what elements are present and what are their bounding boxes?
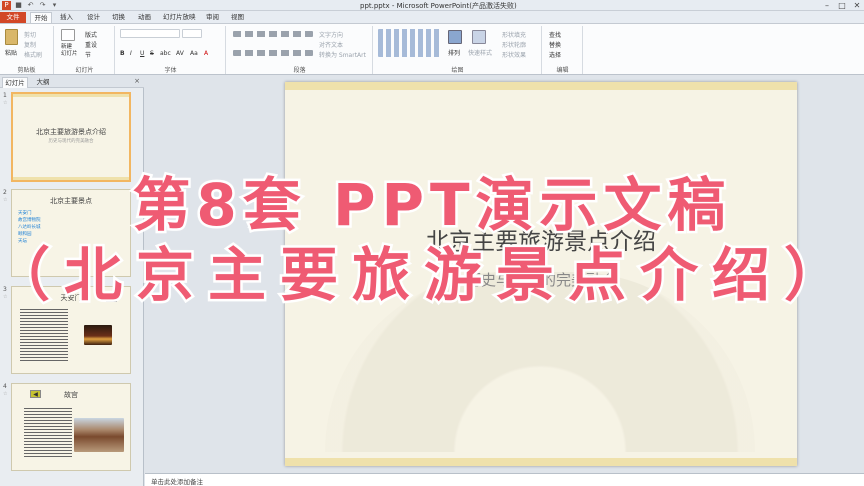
thumbnail-subtitle: 历史与现代的完美融合 bbox=[48, 139, 94, 144]
slide-number: 4 bbox=[3, 383, 7, 390]
save-icon[interactable]: ■ bbox=[14, 1, 23, 10]
format-painter-button[interactable]: 格式刷 bbox=[24, 50, 42, 59]
font-size-field[interactable] bbox=[182, 29, 202, 38]
tab-outline[interactable]: 大纲 bbox=[32, 77, 54, 88]
redo-icon[interactable]: ↷ bbox=[38, 1, 47, 10]
shadow-button[interactable]: abc bbox=[160, 50, 171, 57]
paste-button[interactable]: 粘贴 bbox=[5, 48, 17, 57]
copy-button[interactable]: 复制 bbox=[24, 40, 36, 49]
shape-fill-button[interactable]: 形状填充 bbox=[502, 30, 526, 39]
title-bar: P ■ ↶ ↷ ▾ ppt.pptx - Microsoft PowerPoin… bbox=[0, 0, 864, 11]
maximize-icon[interactable]: □ bbox=[835, 0, 849, 11]
notes-placeholder: 单击此处添加备注 bbox=[151, 478, 203, 486]
powerpoint-logo-icon: P bbox=[2, 1, 11, 10]
new-slide-button[interactable]: 新建 幻灯片 bbox=[61, 44, 78, 58]
tab-design[interactable]: 设计 bbox=[87, 12, 100, 23]
list-buttons-icon[interactable] bbox=[233, 31, 313, 37]
shape-outline-button[interactable]: 形状轮廓 bbox=[502, 40, 526, 49]
tab-slideshow[interactable]: 幻灯片放映 bbox=[163, 12, 196, 23]
paragraph-label: 段落 bbox=[293, 67, 306, 74]
shapes-gallery-icon[interactable] bbox=[378, 29, 442, 57]
editing-label: 编辑 bbox=[556, 67, 569, 74]
smartart-button[interactable]: 转换为 SmartArt bbox=[319, 50, 366, 59]
ribbon-tabs: 文件 开始 插入 设计 切换 动画 幻灯片放映 审阅 视图 bbox=[0, 11, 864, 23]
tab-insert[interactable]: 插入 bbox=[60, 12, 73, 23]
tiananmen-photo bbox=[84, 325, 112, 345]
reset-button[interactable]: 重设 bbox=[85, 40, 97, 49]
font-group: B I U S abc AV Aa A 字体 bbox=[116, 26, 226, 74]
arrange-icon[interactable] bbox=[448, 30, 462, 44]
notes-pane[interactable]: 单击此处添加备注 bbox=[145, 473, 864, 486]
close-icon[interactable]: ✕ bbox=[850, 0, 864, 11]
customize-toolbar-icon[interactable]: ▾ bbox=[50, 1, 59, 10]
tab-animations[interactable]: 动画 bbox=[138, 12, 151, 23]
find-button[interactable]: 查找 bbox=[549, 30, 561, 39]
text-direction-button[interactable]: 文字方向 bbox=[319, 30, 343, 39]
align-buttons-icon[interactable] bbox=[233, 50, 313, 56]
change-case-button[interactable]: Aa bbox=[190, 50, 198, 57]
overlay-title-line-2: （北京主要旅游景点介绍） bbox=[0, 239, 857, 312]
minimize-icon[interactable]: – bbox=[820, 0, 834, 11]
ribbon: 粘贴 剪切 复制 格式刷 剪贴板 新建 幻灯片 版式 重设 节 幻灯片 B I … bbox=[0, 23, 864, 75]
slide-bottom-band bbox=[285, 458, 797, 466]
arrange-button[interactable]: 排列 bbox=[448, 48, 460, 57]
thumbnail-body-text bbox=[24, 408, 72, 458]
strikethrough-button[interactable]: S bbox=[150, 50, 154, 57]
shape-effects-button[interactable]: 形状效果 bbox=[502, 50, 526, 59]
slide-number: 1 bbox=[3, 92, 7, 99]
replace-button[interactable]: 替换 bbox=[549, 40, 561, 49]
thumbnail-slide[interactable]: ◀ 故宫 bbox=[11, 383, 131, 471]
editing-group: 查找 替换 选择 编辑 bbox=[543, 26, 583, 74]
tab-review[interactable]: 审阅 bbox=[206, 12, 219, 23]
slide-transition-icon: ☆ bbox=[3, 100, 8, 106]
clipboard-label: 剪贴板 bbox=[17, 67, 36, 74]
thumbnail-body-text bbox=[20, 309, 68, 361]
paste-icon[interactable] bbox=[5, 29, 18, 45]
panel-tabs: 幻灯片 大纲 × bbox=[0, 76, 144, 88]
underline-button[interactable]: U bbox=[140, 50, 144, 57]
slides-group: 新建 幻灯片 版式 重设 节 幻灯片 bbox=[55, 26, 115, 74]
drawing-group: 排列 快速样式 形状填充 形状轮廓 形状效果 绘图 bbox=[374, 26, 542, 74]
drawing-label: 绘图 bbox=[451, 67, 464, 74]
select-button[interactable]: 选择 bbox=[549, 50, 561, 59]
clipboard-group: 粘贴 剪切 复制 格式刷 剪贴板 bbox=[0, 26, 54, 74]
forbidden-city-photo bbox=[74, 418, 124, 452]
panel-close-icon[interactable]: × bbox=[134, 77, 140, 85]
thumbnail-title: 故宫 bbox=[64, 391, 78, 399]
layout-button[interactable]: 版式 bbox=[85, 30, 97, 39]
quick-styles-button[interactable]: 快速样式 bbox=[468, 48, 492, 57]
undo-icon[interactable]: ↶ bbox=[26, 1, 35, 10]
quick-styles-icon[interactable] bbox=[472, 30, 486, 44]
font-color-button[interactable]: A bbox=[204, 50, 208, 57]
tab-home[interactable]: 开始 bbox=[30, 12, 52, 23]
font-name-field[interactable] bbox=[120, 29, 180, 38]
italic-button[interactable]: I bbox=[130, 50, 132, 57]
new-slide-icon[interactable] bbox=[61, 29, 75, 41]
align-text-button[interactable]: 对齐文本 bbox=[319, 40, 343, 49]
tab-view[interactable]: 视图 bbox=[231, 12, 244, 23]
cut-button[interactable]: 剪切 bbox=[24, 30, 36, 39]
slides-label: 幻灯片 bbox=[75, 67, 94, 74]
font-label: 字体 bbox=[164, 67, 177, 74]
thumbnail-title: 北京主要旅游景点介绍 bbox=[36, 128, 106, 136]
section-button[interactable]: 节 bbox=[85, 50, 91, 59]
slide-transition-icon: ☆ bbox=[3, 391, 8, 397]
tab-slides[interactable]: 幻灯片 bbox=[2, 77, 28, 88]
bold-button[interactable]: B bbox=[120, 50, 125, 57]
tab-transitions[interactable]: 切换 bbox=[112, 12, 125, 23]
tab-file[interactable]: 文件 bbox=[0, 12, 26, 23]
char-spacing-button[interactable]: AV bbox=[176, 50, 184, 57]
slide-top-band bbox=[285, 82, 797, 90]
window-title: ppt.pptx - Microsoft PowerPoint(产品激活失败) bbox=[360, 2, 517, 10]
paragraph-group: 文字方向 对齐文本 转换为 SmartArt 段落 bbox=[227, 26, 373, 74]
